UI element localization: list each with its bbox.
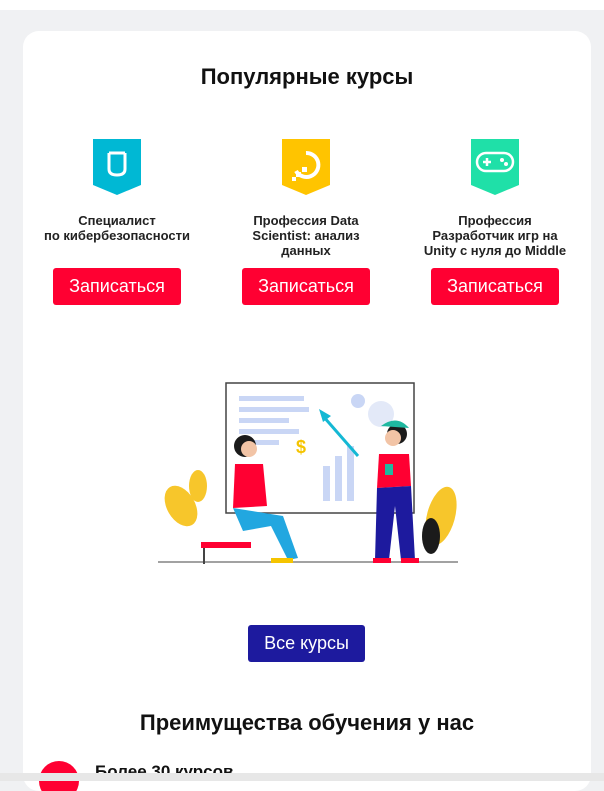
course-card-cybersecurity: Специалист по кибербезопасности Записать…	[32, 139, 202, 305]
shield-icon	[93, 139, 141, 195]
enroll-button-data-science[interactable]: Записаться	[242, 268, 370, 305]
gamepad-icon	[471, 139, 519, 195]
course-name: Профессия Data Scientist: анализ данных	[252, 213, 360, 258]
course-name: Специалист по кибербезопасности	[44, 213, 190, 243]
advantages-title: Преимущества обучения у нас	[139, 710, 475, 735]
top-bar	[0, 0, 604, 10]
courses-card: Популярные курсы Специалист по кибербезо…	[23, 31, 591, 791]
popular-courses-title: Популярные курсы	[200, 64, 414, 89]
data-logo-icon	[282, 139, 330, 195]
course-name: Профессия Разработчик игр на Unity с нул…	[423, 213, 567, 258]
enroll-button-unity[interactable]: Записаться	[431, 268, 559, 305]
bottom-bar	[0, 773, 604, 781]
learning-illustration: $	[158, 382, 458, 564]
course-card-unity: Профессия Разработчик игр на Unity с нул…	[410, 139, 580, 305]
all-courses-button[interactable]: Все курсы	[248, 625, 365, 662]
svg-text:$: $	[296, 437, 306, 457]
enroll-button-cybersecurity[interactable]: Записаться	[53, 268, 181, 305]
course-card-data-science: Профессия Data Scientist: анализ данных …	[221, 139, 391, 305]
